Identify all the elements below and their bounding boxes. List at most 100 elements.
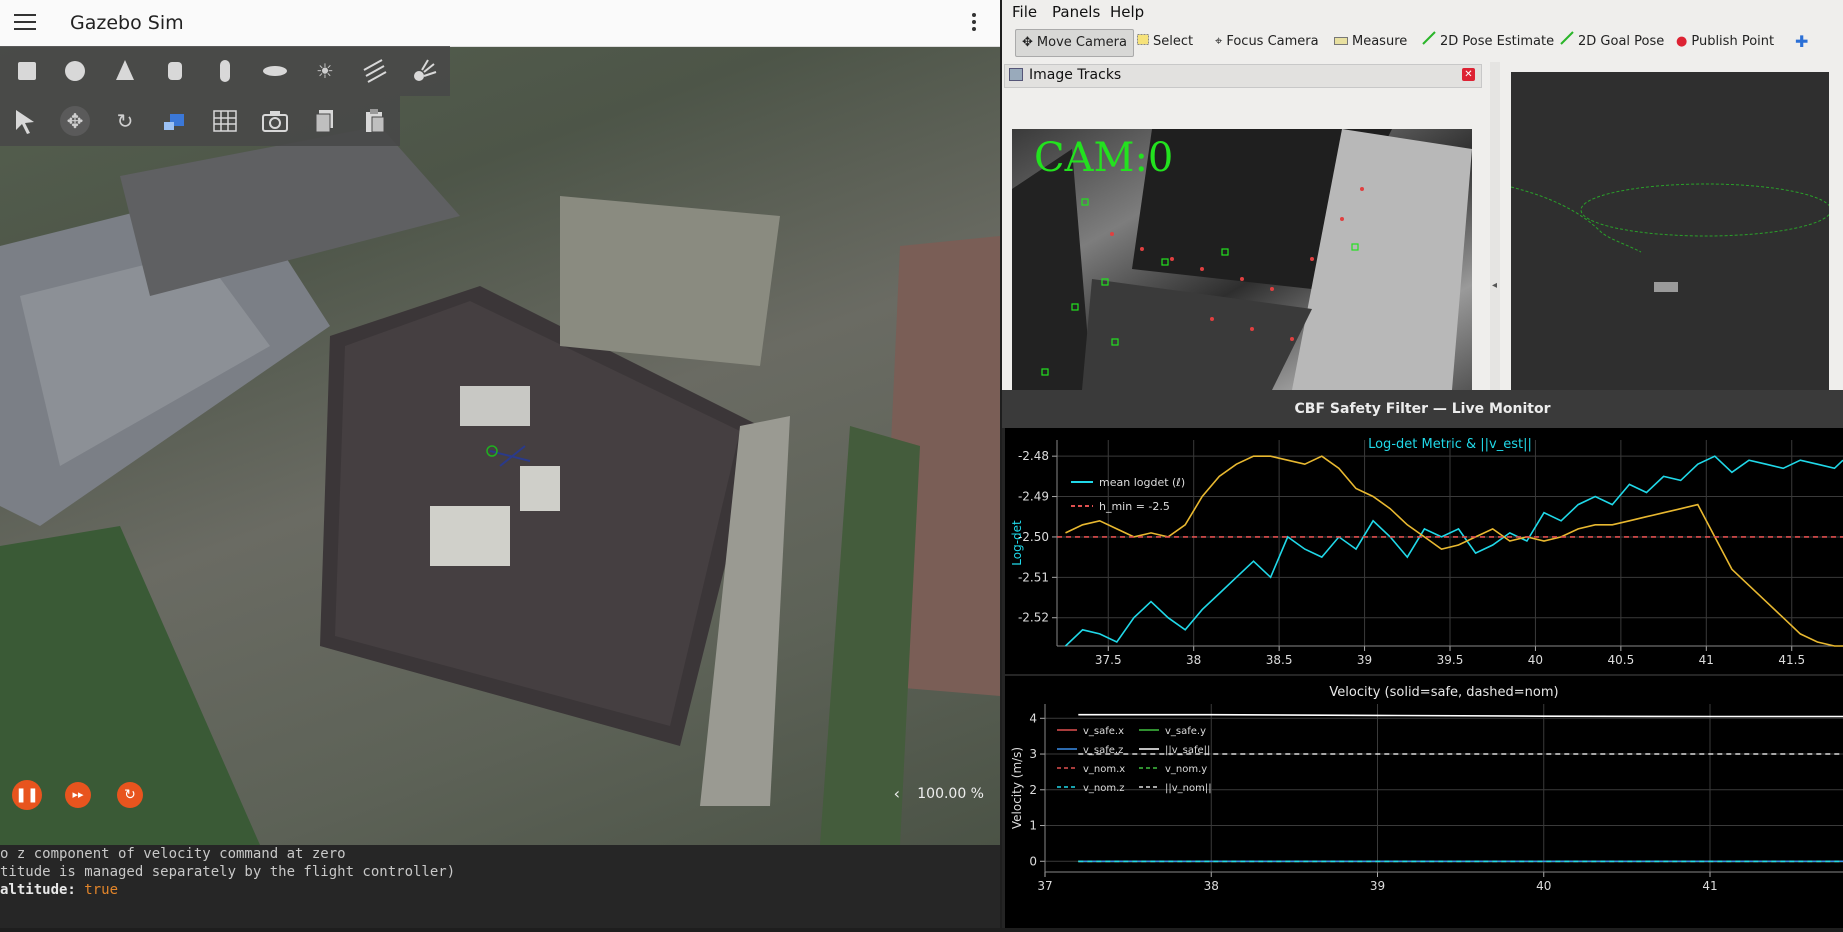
real-time-factor: 100.00 % xyxy=(917,786,984,802)
legend-label: v_nom.x xyxy=(1083,764,1125,775)
y-tick-label: 3 xyxy=(1029,747,1037,761)
simulation-controls: ❚❚ ▸▸ ↻ ‹ 100.00 % xyxy=(0,772,1000,818)
reset-icon[interactable]: ↻ xyxy=(117,782,143,808)
menu-help[interactable]: Help xyxy=(1110,3,1144,21)
menu-bar: File Panels Help xyxy=(1002,0,1843,25)
y-axis-label: Velocity (m/s) xyxy=(1010,747,1024,829)
velocity-chart-svg: Velocity (solid=safe, dashed=nom) Velocit… xyxy=(1005,676,1843,928)
legend-label: h_min = -2.5 xyxy=(1099,500,1170,513)
image-panel-icon xyxy=(1009,68,1023,81)
x-tick-label: 40.5 xyxy=(1608,653,1635,667)
camera-overlay-label: CAM:0 xyxy=(1034,135,1173,181)
terminal-line: o z component of velocity command at zer… xyxy=(0,845,1000,863)
tool-label: 2D Goal Pose xyxy=(1578,34,1664,49)
select-arrow-icon[interactable] xyxy=(10,106,40,136)
legend-label: v_nom.z xyxy=(1083,783,1125,794)
pause-icon[interactable]: ❚❚ xyxy=(12,780,42,810)
terminal-value: true xyxy=(84,882,118,898)
close-icon[interactable]: ✕ xyxy=(1462,68,1475,81)
y-tick-label: 2 xyxy=(1029,783,1037,797)
legend-label: v_safe.y xyxy=(1165,726,1206,737)
gazebo-3d-viewport[interactable] xyxy=(0,46,1000,845)
tool-label: Select xyxy=(1153,34,1193,49)
x-tick-label: 38 xyxy=(1204,879,1219,893)
terminal-output: o z component of velocity command at zer… xyxy=(0,845,1000,928)
insert-model-icon[interactable] xyxy=(160,106,190,136)
legend-label: v_safe.z xyxy=(1083,745,1123,756)
y-tick-label: -2.50 xyxy=(1018,530,1049,544)
more-options-icon[interactable] xyxy=(972,13,978,35)
x-tick-label: 39 xyxy=(1370,879,1385,893)
legend-label: mean logdet (ℓ) xyxy=(1099,476,1185,489)
ruler-icon xyxy=(1334,31,1348,53)
tool-focus-camera[interactable]: ⌖ Focus Camera xyxy=(1215,31,1319,53)
y-tick-label: 4 xyxy=(1029,711,1037,725)
image-tracks-panel: Image Tracks ✕ xyxy=(1002,62,1480,390)
gazebo-window: Gazebo Sim ☀ ✥ ↻ xyxy=(0,0,1000,845)
box-icon[interactable] xyxy=(12,56,42,86)
aerial-scene xyxy=(0,46,1000,845)
gazebo-header: Gazebo Sim xyxy=(0,0,1000,47)
terminal-line: altitude: true xyxy=(0,881,1000,899)
y-tick-label: -2.51 xyxy=(1018,570,1049,584)
menu-panels[interactable]: Panels xyxy=(1052,3,1100,21)
collapse-arrow-icon[interactable]: ◂ xyxy=(1492,280,1497,291)
sphere-icon[interactable] xyxy=(60,56,90,86)
add-tool-icon[interactable]: ✚ xyxy=(1795,31,1808,53)
tool-move-camera[interactable]: ✥ Move Camera xyxy=(1015,29,1134,57)
spot-light-icon[interactable] xyxy=(410,56,440,86)
tool-2d-goal-pose[interactable]: 2D Goal Pose xyxy=(1560,31,1664,53)
shapes-toolbar: ☀ xyxy=(0,46,450,96)
translate-icon[interactable]: ✥ xyxy=(60,106,90,136)
focus-camera-icon: ⌖ xyxy=(1215,31,1222,53)
panel-splitter[interactable] xyxy=(1490,62,1500,390)
rotate-icon[interactable]: ↻ xyxy=(110,106,140,136)
x-tick-label: 40 xyxy=(1536,879,1551,893)
terminal-key: altitude: xyxy=(0,882,76,898)
image-panel-titlebar: Image Tracks ✕ xyxy=(1004,64,1482,88)
copy-icon[interactable] xyxy=(310,106,340,136)
x-tick-label: 39.5 xyxy=(1437,653,1464,667)
tool-measure[interactable]: Measure xyxy=(1334,31,1407,53)
velocity-plot: Velocity (solid=safe, dashed=nom) Velocit… xyxy=(1005,676,1843,928)
capsule-icon[interactable] xyxy=(210,56,240,86)
tool-publish-point[interactable]: ●Publish Point xyxy=(1676,31,1774,53)
select-rect-icon xyxy=(1137,31,1149,53)
directional-light-icon[interactable] xyxy=(360,56,390,86)
trajectory-render xyxy=(1511,72,1829,390)
tool-label: Focus Camera xyxy=(1226,34,1318,49)
chevron-left-icon[interactable]: ‹ xyxy=(894,784,900,803)
camera-icon[interactable] xyxy=(260,106,290,136)
cylinder-icon[interactable] xyxy=(160,56,190,86)
menu-file[interactable]: File xyxy=(1012,3,1037,21)
chart-title: Velocity (solid=safe, dashed=nom) xyxy=(1329,685,1558,700)
sun-icon[interactable]: ☀ xyxy=(310,56,340,86)
y-tick-label: -2.48 xyxy=(1018,449,1049,463)
rviz-toolbar: ✥ Move Camera Select ⌖ Focus Camera Measur… xyxy=(1002,25,1843,59)
x-tick-label: 41.5 xyxy=(1778,653,1805,667)
tool-label: Move Camera xyxy=(1037,35,1127,50)
tool-select[interactable]: Select xyxy=(1137,31,1193,53)
step-forward-icon[interactable]: ▸▸ xyxy=(65,782,91,808)
paste-icon[interactable] xyxy=(360,106,390,136)
y-tick-label: 0 xyxy=(1029,854,1037,868)
grid-icon[interactable] xyxy=(210,106,240,136)
map-pin-icon: ● xyxy=(1676,31,1687,53)
y-tick-label: -2.52 xyxy=(1018,611,1049,625)
rviz-3d-view[interactable] xyxy=(1511,72,1829,390)
cone-icon[interactable] xyxy=(110,56,140,86)
y-tick-label: -2.49 xyxy=(1018,490,1049,504)
move-camera-icon: ✥ xyxy=(1022,30,1033,56)
camera-image: CAM:0 xyxy=(1012,129,1472,390)
hamburger-menu-icon[interactable] xyxy=(14,14,36,32)
x-tick-label: 38 xyxy=(1186,653,1201,667)
legend-label: v_nom.y xyxy=(1165,764,1207,775)
tool-label: Measure xyxy=(1352,34,1407,49)
logdet-chart-svg: Log-det Metric & ||v_est||Log-det37.5383… xyxy=(1005,428,1843,674)
tool-label: 2D Pose Estimate xyxy=(1440,34,1554,49)
rviz-window: File Panels Help ✥ Move Camera Select ⌖ Fo… xyxy=(1002,0,1843,390)
ellipsoid-icon[interactable] xyxy=(260,56,290,86)
x-tick-label: 37.5 xyxy=(1095,653,1122,667)
tool-2d-pose-estimate[interactable]: 2D Pose Estimate xyxy=(1422,31,1554,53)
terminal-line: titude is managed separately by the flig… xyxy=(0,863,1000,881)
